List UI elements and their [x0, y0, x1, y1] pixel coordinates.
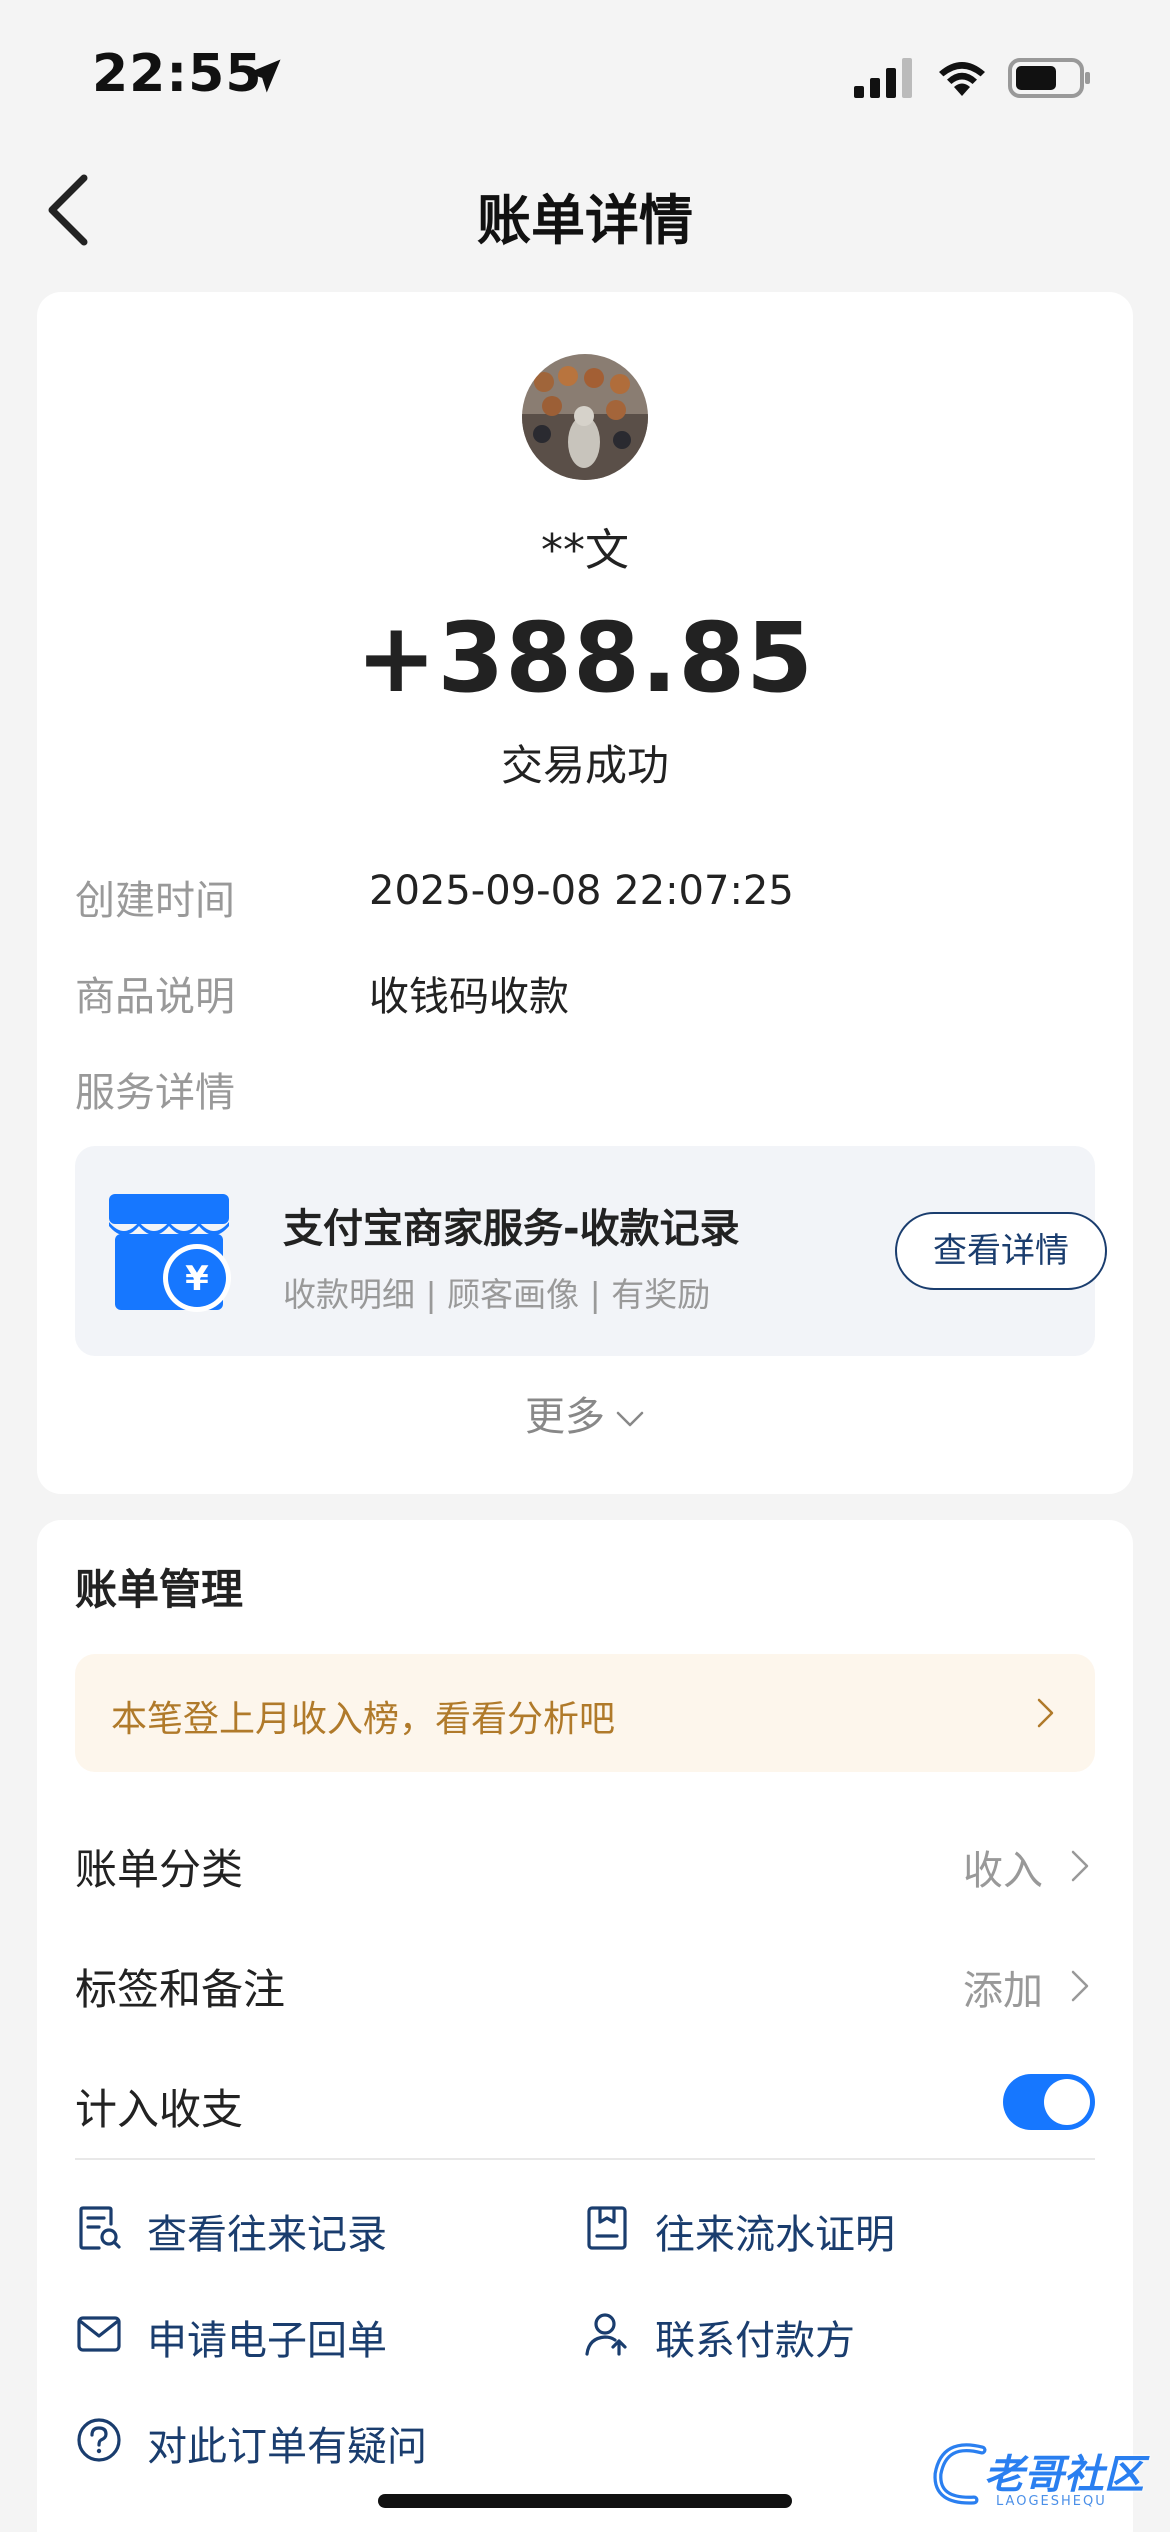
- view-records-label: 查看往来记录: [147, 2212, 387, 2258]
- tags-label: 标签和备注: [75, 1965, 286, 2014]
- more-toggle[interactable]: 更多: [37, 1384, 1133, 1442]
- status-bar: 22:55: [0, 0, 1170, 150]
- merchant-shop-icon: ¥: [109, 1194, 231, 1312]
- created-time-label: 创建时间: [75, 878, 235, 924]
- created-time-value: 2025-09-08 22:07:25: [369, 868, 794, 914]
- payer-name: **文: [541, 525, 629, 576]
- watermark-logo: 老哥社区 LAOGESHEQU: [930, 2436, 1156, 2516]
- bill-category-row[interactable]: 账单分类 收入: [75, 1826, 1095, 1906]
- tags-value: 添加: [963, 1968, 1043, 2014]
- product-label: 商品说明: [75, 974, 235, 1020]
- payer-avatar[interactable]: [522, 354, 648, 480]
- chevron-right-icon: [1071, 1970, 1089, 2002]
- toggle-knob: [1044, 2079, 1090, 2125]
- detail-row-product: 商品说明 收钱码收款: [75, 964, 1095, 1024]
- status-time: 22:55: [92, 44, 263, 104]
- count-label: 计入收支: [75, 2085, 244, 2134]
- transaction-amount: +388.85: [356, 602, 814, 714]
- count-in-budget-row: 计入收支: [75, 2066, 1095, 2146]
- bill-detail-page: 22:55 账单详情 **文 +388.85 交易成功 创建时间 2025-09…: [0, 0, 1170, 2532]
- view-records-action[interactable]: 查看往来记录: [75, 2194, 555, 2264]
- dragon-logo-icon: [933, 2443, 987, 2505]
- order-question-label: 对此订单有疑问: [147, 2424, 427, 2470]
- banner-text: 本笔登上月收入榜，看看分析吧: [111, 1699, 616, 1740]
- bill-management-card: 账单管理 本笔登上月收入榜，看看分析吧 账单分类 收入 标签和备注 添加 计入收…: [37, 1520, 1133, 2532]
- service-subtitle: 收款明细 | 顾客画像 | 有奖励: [283, 1275, 711, 1314]
- transaction-status: 交易成功: [500, 741, 669, 790]
- transaction-card: **文 +388.85 交易成功 创建时间 2025-09-08 22:07:2…: [37, 292, 1133, 1494]
- product-value: 收钱码收款: [369, 974, 569, 1020]
- order-question-action[interactable]: 对此订单有疑问: [75, 2406, 635, 2476]
- tags-notes-row[interactable]: 标签和备注 添加: [75, 1946, 1095, 2026]
- watermark-text: 老哥社区: [984, 2452, 1144, 2498]
- document-search-icon: [79, 2206, 121, 2250]
- chevron-right-icon: [1037, 1698, 1054, 1728]
- divider: [75, 2158, 1095, 2160]
- page-title: 账单详情: [477, 189, 693, 252]
- section-title: 账单管理: [75, 1565, 244, 1614]
- view-details-button[interactable]: 查看详情: [895, 1212, 1107, 1290]
- avatar-image: [522, 354, 648, 480]
- battery-icon: [1008, 58, 1090, 98]
- wifi-icon: [939, 62, 985, 96]
- flow-proof-action[interactable]: 往来流水证明: [583, 2194, 1083, 2264]
- watermark-subtext: LAOGESHEQU: [996, 2494, 1107, 2509]
- category-value: 收入: [963, 1848, 1043, 1894]
- service-details-label: 服务详情: [75, 1070, 235, 1116]
- merchant-service-card[interactable]: ¥ 支付宝商家服务-收款记录 收款明细 | 顾客画像 | 有奖励 查看详情: [75, 1146, 1107, 1356]
- svg-text:¥: ¥: [185, 1259, 209, 1299]
- chevron-down-icon: [616, 1411, 644, 1427]
- more-label: 更多: [525, 1394, 605, 1440]
- income-rank-banner[interactable]: 本笔登上月收入榜，看看分析吧: [75, 1654, 1095, 1772]
- contact-payer-label: 联系付款方: [655, 2318, 855, 2364]
- envelope-icon: [77, 2316, 121, 2352]
- cellular-signal-icon: [854, 58, 912, 98]
- certificate-icon: [587, 2206, 627, 2250]
- service-title: 支付宝商家服务-收款记录: [283, 1206, 740, 1252]
- question-circle-icon: [77, 2418, 121, 2462]
- e-receipt-label: 申请电子回单: [147, 2318, 387, 2364]
- e-receipt-action[interactable]: 申请电子回单: [75, 2300, 555, 2370]
- detail-row-service: 服务详情: [75, 1060, 1095, 1120]
- nav-bar: 账单详情: [0, 150, 1170, 270]
- contact-payer-action[interactable]: 联系付款方: [583, 2300, 1083, 2370]
- home-indicator[interactable]: [378, 2494, 792, 2508]
- count-in-budget-toggle[interactable]: [1003, 2074, 1095, 2130]
- location-arrow-icon: [247, 59, 281, 93]
- contact-person-icon: [585, 2313, 627, 2356]
- chevron-right-icon: [1071, 1850, 1089, 1882]
- detail-row-created-time: 创建时间 2025-09-08 22:07:25: [75, 868, 1095, 928]
- flow-proof-label: 往来流水证明: [655, 2212, 895, 2258]
- category-label: 账单分类: [75, 1845, 244, 1894]
